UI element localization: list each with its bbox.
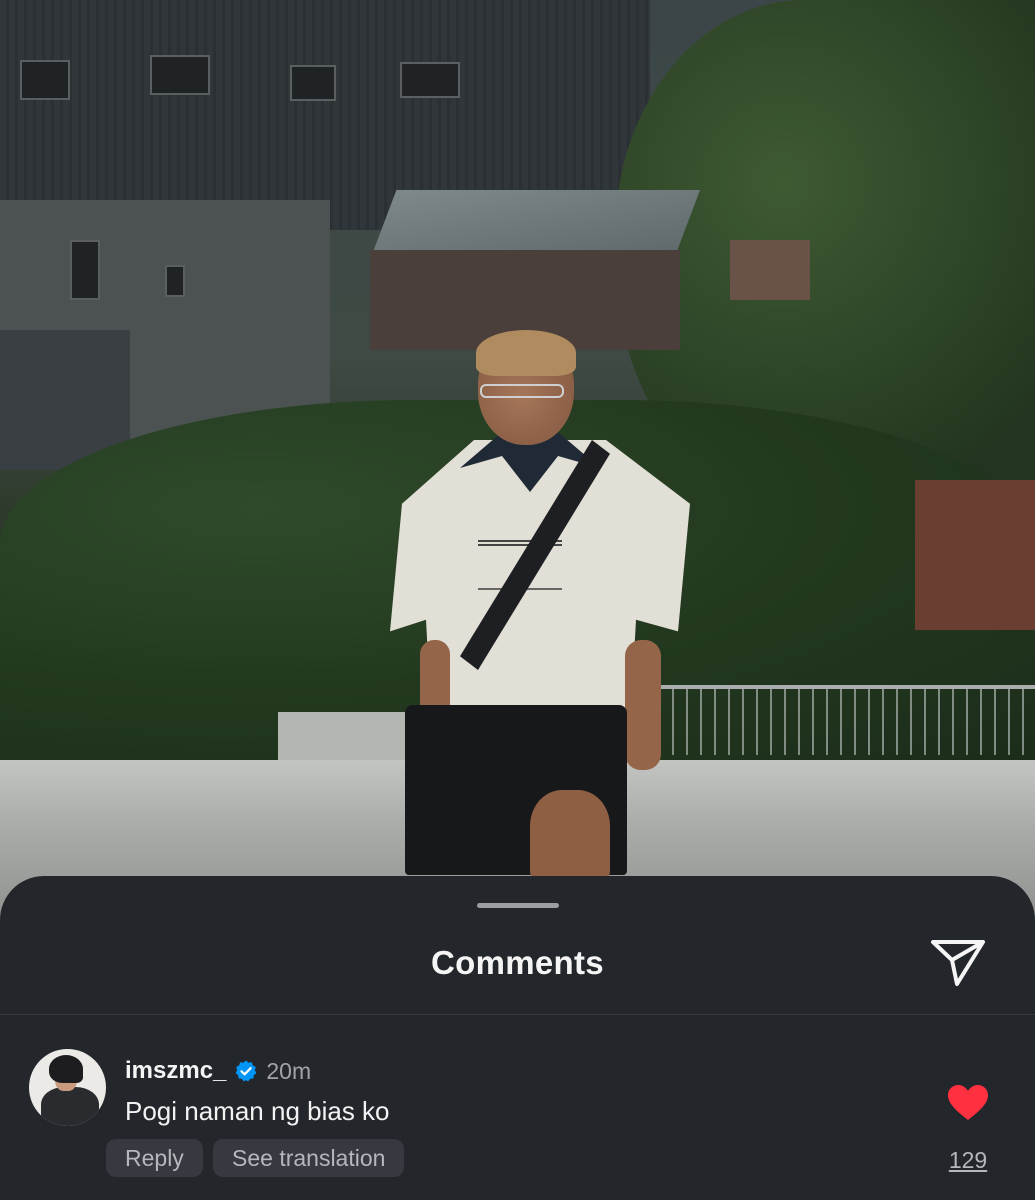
comment-text: Pogi naman ng bias ko [125, 1096, 390, 1126]
heart-filled-icon [948, 1085, 988, 1120]
comment-meta: imszmc_ 20m [125, 1056, 311, 1086]
avatar-body [41, 1087, 99, 1126]
sheet-divider [0, 1014, 1035, 1015]
photo-roof [730, 240, 810, 300]
see-translation-button[interactable]: See translation [213, 1139, 405, 1177]
person-glasses [480, 384, 564, 398]
sheet-title: Comments [431, 944, 604, 981]
photo-window [70, 240, 100, 300]
person-hair [476, 330, 576, 376]
share-button[interactable] [928, 934, 988, 990]
person-knee [530, 790, 610, 880]
sheet-drag-handle[interactable] [477, 903, 559, 908]
paper-plane-icon [931, 940, 985, 986]
photo-window [150, 55, 210, 95]
like-button[interactable] [947, 1084, 989, 1122]
like-count[interactable]: 129 [937, 1147, 999, 1174]
verified-badge-icon [235, 1060, 257, 1082]
photo-railing [660, 685, 1035, 755]
reply-button[interactable]: Reply [106, 1139, 203, 1177]
post-photo [0, 0, 1035, 930]
app-screen: Comments imszmc_ 20m Pogi naman ng bias … [0, 0, 1035, 1200]
comment-timestamp: 20m [266, 1057, 312, 1084]
comment-username[interactable]: imszmc_ [125, 1057, 226, 1085]
photo-brick-wall [915, 480, 1035, 630]
comment-item: imszmc_ 20m Pogi naman ng bias ko Reply … [0, 1046, 1035, 1200]
person-arm [625, 640, 661, 770]
avatar[interactable] [29, 1049, 106, 1126]
photo-window [20, 60, 70, 100]
photo-window [165, 265, 185, 297]
photo-window [400, 62, 460, 98]
avatar-hair [49, 1055, 83, 1083]
comments-sheet: Comments imszmc_ 20m Pogi naman ng bias … [0, 876, 1035, 1200]
photo-window [290, 65, 336, 101]
